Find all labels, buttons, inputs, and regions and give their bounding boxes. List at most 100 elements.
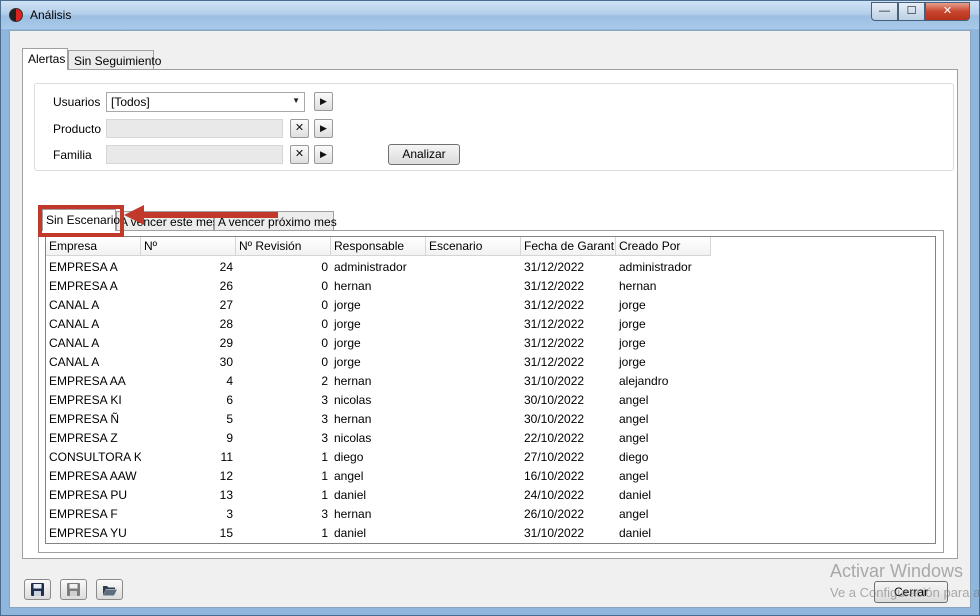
close-button[interactable]: ✕ xyxy=(925,2,970,21)
table-body: EMPRESA A 24 0 administrador 31/12/2022 admin… xyxy=(46,258,711,544)
table-row[interactable]: EMPRESA KI 6 3 nicolas 30/10/2022 angel xyxy=(46,391,711,410)
cell-numero: 15 xyxy=(219,526,233,540)
open-button[interactable] xyxy=(96,579,123,600)
cerrar-button[interactable]: Cerrar xyxy=(874,581,948,603)
cell-responsable: hernan xyxy=(334,374,372,388)
cell-creado-por: jorge xyxy=(619,298,646,312)
cell-revision: 0 xyxy=(321,317,328,331)
cell-fecha-garantia: 30/10/2022 xyxy=(524,393,585,407)
sin-escenario-tab-panel: Empresa Nº Nº Revisión Responsable Escen… xyxy=(38,230,944,553)
app-logo-icon xyxy=(9,8,23,22)
cell-numero: 5 xyxy=(226,412,233,426)
minimize-button[interactable]: — xyxy=(871,2,898,21)
cell-fecha-garantia: 24/10/2022 xyxy=(524,488,585,502)
cell-fecha-garantia: 31/12/2022 xyxy=(524,317,585,331)
cell-escenario xyxy=(426,467,521,486)
tab-alertas[interactable]: Alertas xyxy=(22,48,68,70)
cell-escenario xyxy=(426,296,521,315)
play-arrow-icon: ▶ xyxy=(320,123,327,133)
familia-field[interactable] xyxy=(106,145,283,164)
cell-revision: 0 xyxy=(321,298,328,312)
table-row[interactable]: EMPRESA Ñ 5 3 hernan 30/10/2022 angel xyxy=(46,410,711,429)
tab-sin-seguimiento[interactable]: Sin Seguimiento xyxy=(68,50,161,69)
cell-empresa: EMPRESA BB xyxy=(46,543,141,544)
tab-sin-escenario[interactable]: Sin Escenario xyxy=(42,209,120,231)
column-header-fecha-garantia[interactable]: Fecha de Garantía xyxy=(521,237,616,256)
table-row[interactable]: EMPRESA YU 15 1 daniel 31/10/2022 daniel xyxy=(46,524,711,543)
table-row[interactable]: CANAL A 28 0 jorge 31/12/2022 jorge xyxy=(46,315,711,334)
table-row[interactable]: EMPRESA A 24 0 administrador 31/12/2022 admin… xyxy=(46,258,711,277)
table-row[interactable]: CANAL A 27 0 jorge 31/12/2022 jorge xyxy=(46,296,711,315)
familia-go-button[interactable]: ▶ xyxy=(314,145,333,164)
cell-responsable: hernan xyxy=(334,279,372,293)
table-row[interactable]: EMPRESA AA 4 2 hernan 31/10/2022 alejandro xyxy=(46,372,711,391)
save-as-button[interactable] xyxy=(60,579,87,600)
cell-revision: 4 xyxy=(236,543,331,544)
column-header-empresa[interactable]: Empresa xyxy=(46,237,141,256)
cell-revision: 3 xyxy=(321,412,328,426)
cell-escenario xyxy=(426,486,521,505)
analizar-button[interactable]: Analizar xyxy=(388,144,460,165)
cell-numero: 9 xyxy=(226,431,233,445)
producto-field[interactable] xyxy=(106,119,283,138)
cell-responsable: nicolas xyxy=(334,393,372,407)
table-row[interactable]: EMPRESA PU 13 1 daniel 24/10/2022 daniel xyxy=(46,486,711,505)
column-header-numero[interactable]: Nº xyxy=(141,237,236,256)
cell-revision: 1 xyxy=(321,488,328,502)
table-row[interactable]: CANAL A 30 0 jorge 31/12/2022 jorge xyxy=(46,353,711,372)
table-row[interactable]: EMPRESA F 3 3 hernan 26/10/2022 angel xyxy=(46,505,711,524)
cell-fecha-garantia: 30/11/2022 xyxy=(521,543,616,544)
usuarios-select[interactable]: [Todos] ▼ xyxy=(106,92,305,112)
table-row[interactable]: EMPRESA AAW 12 1 angel 16/10/2022 angel xyxy=(46,467,711,486)
table-row[interactable]: EMPRESA A 26 0 hernan 31/12/2022 hernan xyxy=(46,277,711,296)
cell-creado-por: angel xyxy=(616,543,711,544)
cell-creado-por: hernan xyxy=(619,279,657,293)
table-row[interactable]: EMPRESA BB74hernan 30/11/2022angel xyxy=(46,543,711,544)
cell-responsable: jorge xyxy=(334,336,361,350)
clear-x-icon: ✕ xyxy=(294,148,305,160)
save-button[interactable] xyxy=(24,579,51,600)
cell-numero: 24 xyxy=(219,260,233,274)
cell-revision: 1 xyxy=(321,450,328,464)
cell-numero: 13 xyxy=(219,488,233,502)
cell-revision: 1 xyxy=(321,469,328,483)
window-client-area: Alertas Sin Seguimiento Usuarios [Todos]… xyxy=(9,30,971,608)
table-row[interactable]: CANAL A 29 0 jorge 31/12/2022 jorge xyxy=(46,334,711,353)
cell-empresa: CONSULTORA K xyxy=(49,450,141,464)
familia-clear-button[interactable]: ✕ xyxy=(290,145,309,164)
chevron-down-icon[interactable]: ▼ xyxy=(292,96,300,105)
producto-clear-button[interactable]: ✕ xyxy=(290,119,309,138)
cell-escenario xyxy=(426,334,521,353)
cell-empresa: EMPRESA YU xyxy=(49,526,127,540)
alerts-table[interactable]: Empresa Nº Nº Revisión Responsable Escen… xyxy=(45,236,936,544)
cell-escenario xyxy=(426,543,521,544)
cell-escenario xyxy=(426,524,521,543)
cell-creado-por: jorge xyxy=(619,336,646,350)
column-header-revision[interactable]: Nº Revisión xyxy=(236,237,331,256)
cell-creado-por: angel xyxy=(619,393,649,407)
cell-revision: 3 xyxy=(321,431,328,445)
cell-empresa: EMPRESA F xyxy=(49,507,118,521)
cell-fecha-garantia: 30/10/2022 xyxy=(524,412,585,426)
cell-fecha-garantia: 22/10/2022 xyxy=(524,431,585,445)
title-bar[interactable]: Análisis — ☐ ✕ xyxy=(1,1,979,29)
cell-empresa: CANAL A xyxy=(49,298,100,312)
play-arrow-icon: ▶ xyxy=(320,149,327,159)
cell-numero: 3 xyxy=(226,507,233,521)
column-header-responsable[interactable]: Responsable xyxy=(331,237,426,256)
column-header-escenario[interactable]: Escenario xyxy=(426,237,521,256)
cell-responsable: daniel xyxy=(334,488,367,502)
cell-revision: 0 xyxy=(321,260,328,274)
cell-escenario xyxy=(426,315,521,334)
cell-fecha-garantia: 31/10/2022 xyxy=(524,526,585,540)
table-row[interactable]: CONSULTORA K 11 1 diego 27/10/2022 diego xyxy=(46,448,711,467)
usuarios-go-button[interactable]: ▶ xyxy=(314,92,333,111)
maximize-button[interactable]: ☐ xyxy=(898,2,925,21)
cell-responsable: hernan xyxy=(331,543,426,544)
column-header-creado-por[interactable]: Creado Por xyxy=(616,237,711,256)
cell-creado-por: jorge xyxy=(619,317,646,331)
cell-empresa: CANAL A xyxy=(49,317,100,331)
table-row[interactable]: EMPRESA Z 9 3 nicolas 22/10/2022 angel xyxy=(46,429,711,448)
producto-go-button[interactable]: ▶ xyxy=(314,119,333,138)
cell-empresa: EMPRESA AAW xyxy=(49,469,137,483)
